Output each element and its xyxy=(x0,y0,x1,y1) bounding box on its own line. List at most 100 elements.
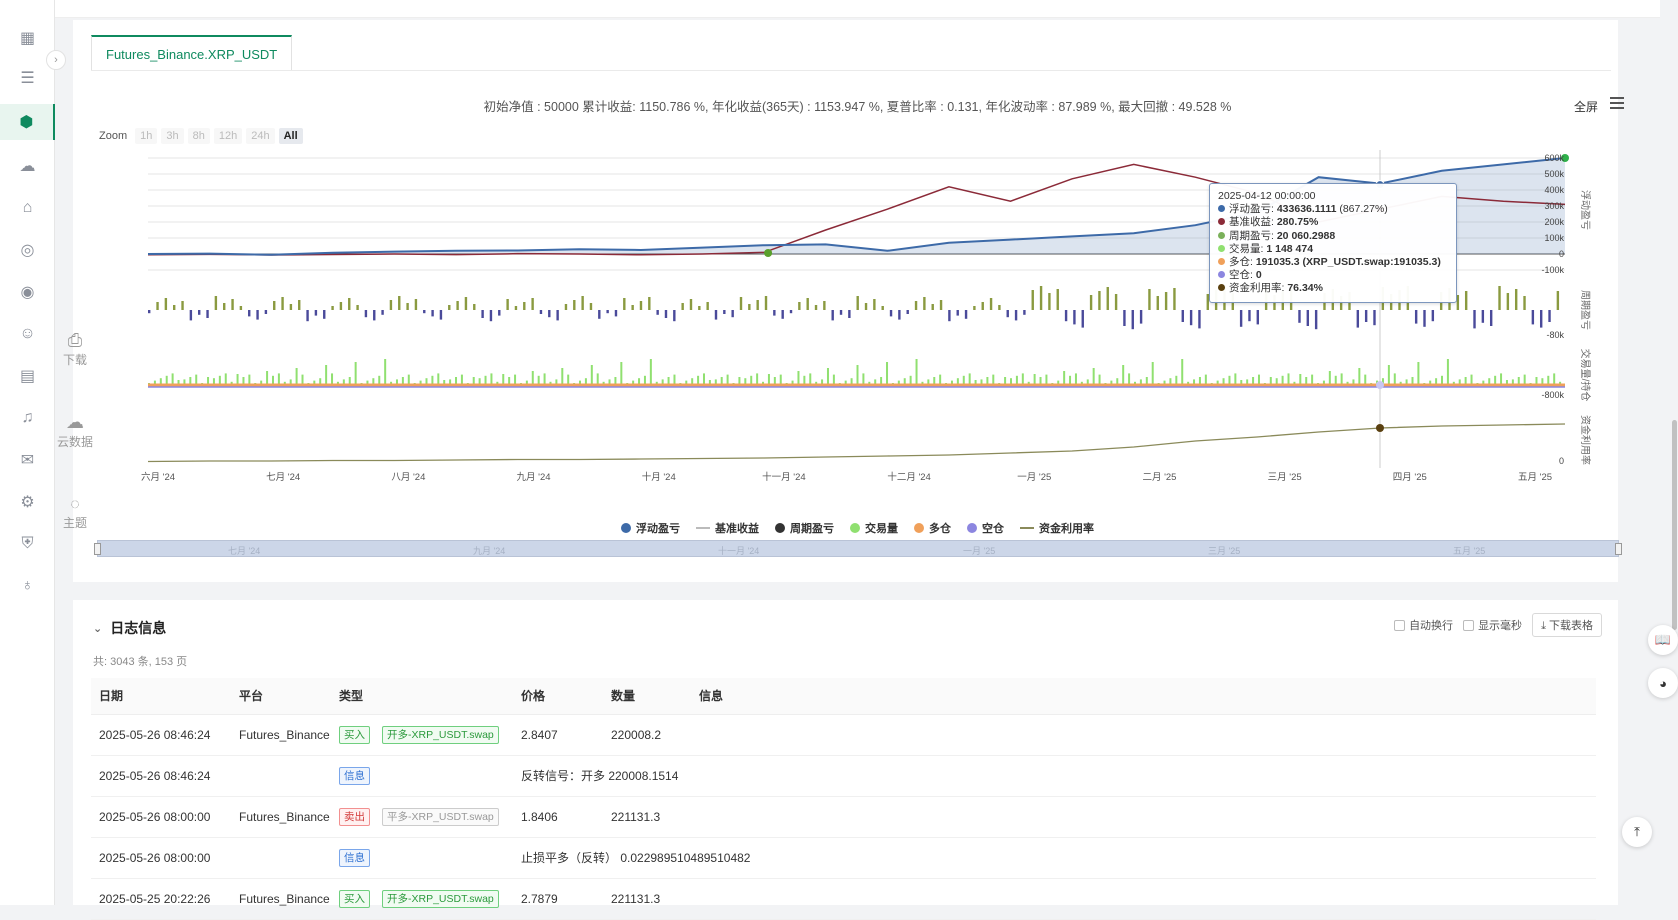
period-pnl-bar xyxy=(273,301,276,310)
user-icon[interactable]: ☺ xyxy=(0,316,55,352)
col-type: 类型 xyxy=(331,678,513,715)
period-pnl-bar xyxy=(189,310,193,321)
legend-item[interactable]: 多仓 xyxy=(914,520,951,536)
col-info: 信息 xyxy=(691,678,1596,715)
chart-navigator[interactable]: 七月 '24 九月 '24 十一月 '24 一月 '25 三月 '25 五月 '25 xyxy=(94,540,1622,557)
volume-bar xyxy=(301,374,304,385)
bank-icon[interactable]: ⌂ xyxy=(0,190,55,226)
period-pnl-bar xyxy=(489,310,493,322)
avatar[interactable]: ◕ xyxy=(1648,668,1678,698)
zoom-1h-button[interactable]: 1h xyxy=(135,128,158,144)
volume-bar xyxy=(1523,374,1526,385)
legend-item[interactable]: 周期盈亏 xyxy=(775,520,834,536)
x-axis-labels: 六月 '24 七月 '24 八月 '24 九月 '24 十月 '24 十一月 '24 十二月… xyxy=(141,471,1552,483)
legend-item[interactable]: 资金利用率 xyxy=(1020,520,1094,536)
volume-bar xyxy=(437,373,440,385)
auto-wrap-checkbox[interactable]: 自动换行 xyxy=(1394,617,1453,633)
pane-titles: 浮动盈亏周期盈亏交易量/持仓资金利用率 xyxy=(1579,190,1592,465)
table-row[interactable]: 2025-05-25 20:22:26 Futures_Binance 买入 开多-X… xyxy=(91,878,1596,920)
fullscreen-button[interactable]: 全屏 xyxy=(1574,98,1598,115)
legend-item[interactable]: 空仓 xyxy=(967,520,1004,536)
volume-bar xyxy=(1358,368,1361,385)
period-pnl-bar xyxy=(698,306,701,310)
cell-date: 2025-05-26 08:00:00 xyxy=(91,837,231,879)
zoom-8h-button[interactable]: 8h xyxy=(187,128,210,144)
cell-platform: Futures_Binance xyxy=(231,796,331,838)
volume-bar xyxy=(1181,359,1184,385)
period-pnl-bar xyxy=(1123,310,1126,326)
col-platform: 平台 xyxy=(231,678,331,715)
volume-bar xyxy=(1311,374,1314,385)
chart-tooltip: 2025-04-12 00:00:00 浮动盈亏: 433636.1111 (8… xyxy=(1209,183,1457,303)
pane-title: 周期盈亏 xyxy=(1579,290,1591,330)
tooltip-label: 基准收益: xyxy=(1229,216,1277,229)
shield-icon[interactable]: ⛨ xyxy=(0,526,55,562)
document-icon[interactable]: ▤ xyxy=(0,358,55,394)
legend-item[interactable]: 交易量 xyxy=(850,520,898,536)
period-pnl-bar xyxy=(1423,310,1426,327)
period-pnl-bar xyxy=(781,310,784,319)
cloud-side-action[interactable]: ☁ 云数据 xyxy=(57,412,93,450)
mail-icon[interactable]: ✉ xyxy=(0,442,55,478)
page-scrollbar[interactable] xyxy=(1672,420,1677,630)
volume-bar xyxy=(797,371,800,385)
y-tick-label: 300k xyxy=(1544,201,1564,211)
bell-icon[interactable]: ♫ xyxy=(0,400,55,436)
target-icon[interactable]: ◉ xyxy=(0,274,55,310)
table-row[interactable]: 2025-05-26 08:46:24 信息 反转信号：开多 220008.1514 xyxy=(91,755,1596,797)
crosshair-point xyxy=(1376,424,1384,432)
zoom-24h-button[interactable]: 24h xyxy=(246,128,275,144)
period-pnl-bar xyxy=(1314,310,1318,330)
table-row[interactable]: 2025-05-26 08:46:24 Futures_Binance 买入 开多-X… xyxy=(91,714,1596,756)
period-pnl-bar xyxy=(564,304,568,310)
cloud-icon[interactable]: ☁ xyxy=(0,148,55,184)
period-pnl-bar xyxy=(898,310,901,320)
period-pnl-bar xyxy=(1014,310,1018,321)
period-pnl-bar xyxy=(606,310,609,314)
legend-item[interactable]: 浮动盈亏 xyxy=(621,520,680,536)
navigator-left-handle[interactable] xyxy=(94,543,101,555)
table-row[interactable]: 2025-05-26 08:00:00 信息 止损平多（反转） 0.02298951… xyxy=(91,837,1596,879)
table-row[interactable]: 2025-05-26 08:00:00 Futures_Binance 卖出 平多-X… xyxy=(91,796,1596,838)
chevron-down-icon[interactable]: ⌄ xyxy=(93,622,102,635)
volume-bar xyxy=(567,374,570,385)
period-pnl-bar xyxy=(1248,310,1251,322)
book-icon[interactable]: 📖 xyxy=(1648,625,1678,655)
period-pnl-bar xyxy=(748,304,751,310)
tooltip-value: 280.75% xyxy=(1276,216,1319,229)
period-pnl-bar xyxy=(389,300,393,310)
bag-icon[interactable]: ♁ xyxy=(0,568,55,604)
settings-icon[interactable]: ⚙ xyxy=(0,484,55,520)
zoom-3h-button[interactable]: 3h xyxy=(161,128,184,144)
period-pnl-bar xyxy=(1031,290,1034,310)
navigator-right-handle[interactable] xyxy=(1615,543,1622,555)
period-pnl-bar xyxy=(414,299,418,310)
download-side-action[interactable]: ⎙ 下载 xyxy=(63,330,87,368)
period-pnl-bar xyxy=(889,310,893,317)
back-to-top-button[interactable]: ⤒ xyxy=(1622,817,1652,847)
strategy-icon[interactable]: ⬢ xyxy=(0,104,55,140)
tooltip-value: 1 148 474 xyxy=(1266,242,1314,255)
tab-xrp-usdt[interactable]: Futures_Binance.XRP_USDT xyxy=(91,35,293,71)
period-pnl-bar xyxy=(1156,296,1159,310)
volume-bar xyxy=(702,373,705,385)
legend-item[interactable]: 基准收益 xyxy=(696,520,759,536)
period-pnl-bar xyxy=(1464,291,1468,310)
zoom-12h-button[interactable]: 12h xyxy=(213,128,243,144)
compass-icon[interactable]: ◎ xyxy=(0,232,55,268)
cell-date: 2025-05-26 08:46:24 xyxy=(91,714,231,756)
chart-menu-icon[interactable] xyxy=(1610,97,1624,109)
show-ms-checkbox[interactable]: 显示毫秒 xyxy=(1463,617,1522,633)
log-header[interactable]: ⌄ 日志信息 xyxy=(93,618,166,638)
period-pnl-bar xyxy=(1056,289,1059,310)
period-pnl-bar xyxy=(198,310,201,315)
download-table-button[interactable]: ⤓ 下载表格 xyxy=(1532,613,1602,637)
tooltip-label: 交易量: xyxy=(1229,242,1267,255)
dashboard-icon[interactable]: ▦ xyxy=(0,20,55,56)
volume-bar xyxy=(809,373,812,385)
x-tick-label: 十一月 '24 xyxy=(762,471,806,483)
zoom-all-button[interactable]: All xyxy=(278,128,303,144)
legend-marker-icon xyxy=(621,523,631,533)
volume-bar xyxy=(726,374,729,385)
theme-side-action[interactable]: ◌ 主题 xyxy=(63,496,87,531)
